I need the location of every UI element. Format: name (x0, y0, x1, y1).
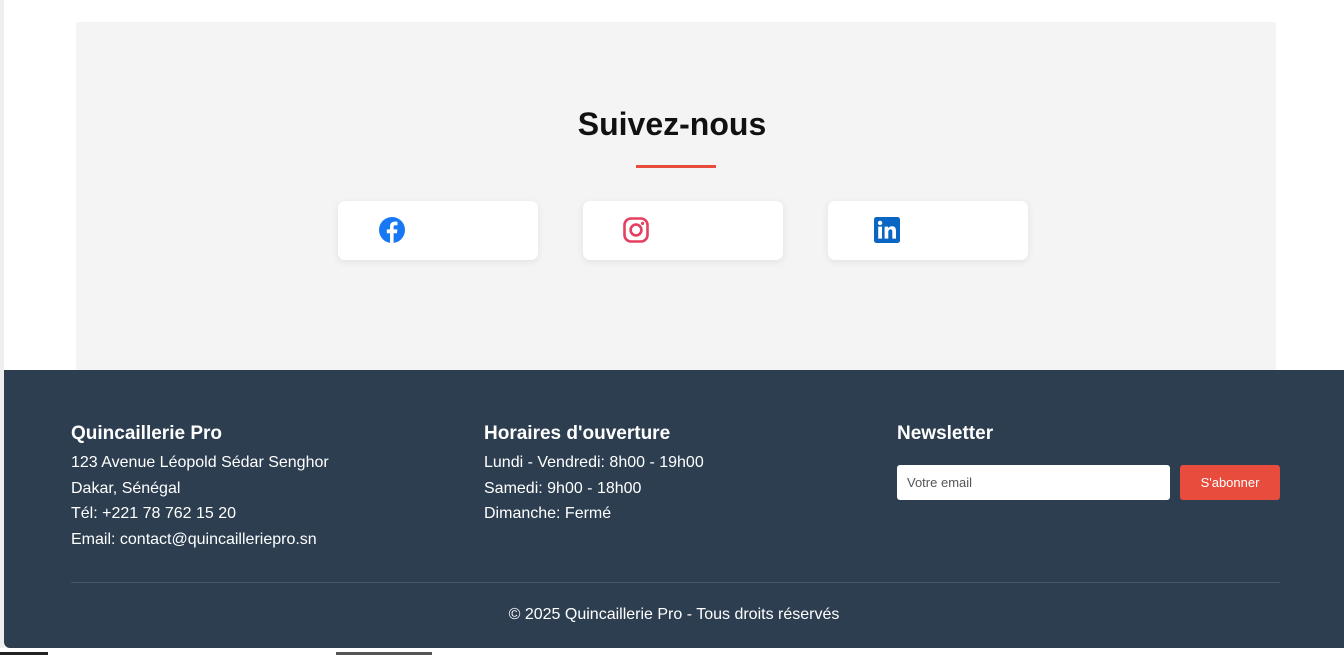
company-phone: Tél: +221 78 762 15 20 (71, 505, 237, 522)
instagram-link[interactable] (583, 201, 783, 260)
hours-weekdays: Lundi - Vendredi: 8h00 - 19h00 (484, 454, 704, 471)
footer-divider (71, 582, 1280, 583)
facebook-link[interactable] (338, 201, 538, 260)
newsletter: Newsletter (897, 423, 993, 450)
bottom-strip (0, 648, 1344, 655)
linkedin-link[interactable] (828, 201, 1028, 260)
site-footer: Quincaillerie Pro 123 Avenue Léopold Séd… (4, 370, 1344, 648)
company-info: Quincaillerie Pro 123 Avenue Léopold Séd… (71, 423, 329, 552)
social-title: Suivez-nous (577, 106, 767, 142)
company-name: Quincaillerie Pro (71, 423, 222, 444)
hours-heading: Horaires d'ouverture (484, 423, 671, 444)
linkedin-icon (874, 217, 900, 243)
facebook-icon (379, 217, 405, 243)
newsletter-email-input[interactable] (897, 465, 1170, 500)
title-underline (636, 165, 716, 168)
social-section (76, 22, 1276, 370)
company-city: Dakar, Sénégal (71, 479, 181, 497)
company-email: Email: contact@quincailleriepro.sn (71, 530, 317, 548)
copyright-text: © 2025 Quincaillerie Pro - Tous droits r… (508, 606, 840, 623)
newsletter-heading: Newsletter (897, 423, 994, 444)
opening-hours: Horaires d'ouverture Lundi - Vendredi: 8… (484, 423, 704, 527)
hours-saturday: Samedi: 9h00 - 18h00 (484, 479, 642, 497)
company-address: 123 Avenue Léopold Sédar Senghor (71, 454, 329, 471)
instagram-icon (623, 217, 649, 243)
page: Suivez-nous Quincaillerie Pro 123 Avenue… (0, 0, 1344, 655)
subscribe-button[interactable]: S'abonner (1180, 465, 1280, 500)
hours-sunday: Dimanche: Fermé (484, 505, 612, 522)
